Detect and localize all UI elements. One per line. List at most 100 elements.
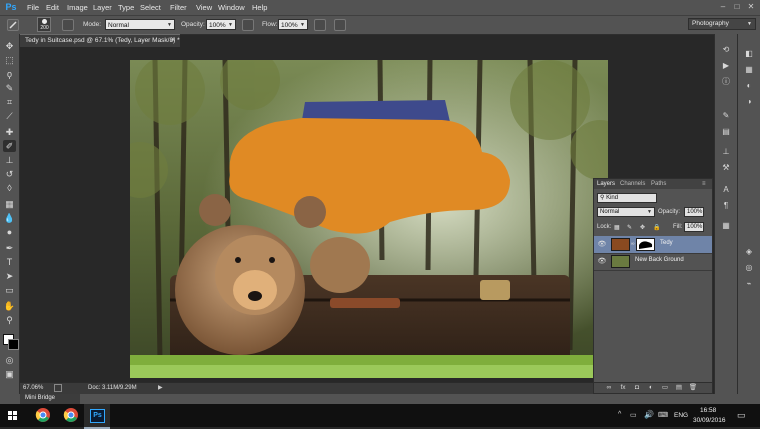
glyphs-panel-icon[interactable]: ▦ [719, 220, 733, 232]
blur-icon[interactable]: 💧 [3, 212, 16, 224]
brush-tool-preset-icon[interactable] [7, 19, 19, 31]
path-select-icon[interactable]: ➤ [3, 270, 16, 282]
layer-name[interactable]: Tedy [660, 240, 673, 246]
clone-source-panel-icon[interactable]: ⊥ [719, 146, 733, 158]
chrome-icon[interactable] [58, 404, 84, 427]
clone-stamp-icon[interactable]: ⊥ [3, 154, 16, 166]
pressure-opacity-icon[interactable] [242, 19, 254, 31]
tool-presets-panel-icon[interactable]: ⚒ [719, 162, 733, 174]
delete-layer-icon[interactable]: 🗑 [688, 383, 698, 393]
lasso-icon[interactable]: ϙ [3, 68, 16, 80]
photoshop-taskbar-icon[interactable]: Ps [84, 404, 110, 429]
fill-input[interactable]: 100% [684, 222, 704, 232]
notifications-icon[interactable]: ▭ [737, 410, 746, 421]
workspace-switcher[interactable]: Photography ▼ [688, 18, 756, 30]
lock-pixels-icon[interactable]: ▦ [614, 224, 620, 231]
quick-mask-icon[interactable]: ◎ [3, 354, 16, 366]
close-icon[interactable]: ✕ [170, 36, 176, 44]
paragraph-panel-icon[interactable]: ¶ [719, 200, 733, 212]
clock-time[interactable]: 16:58 [700, 407, 716, 414]
lock-all-icon[interactable]: 🔒 [653, 224, 660, 231]
image-canvas[interactable] [130, 60, 608, 378]
fx-icon[interactable]: fx [618, 383, 628, 393]
eraser-icon[interactable]: ◊ [3, 182, 16, 194]
layer-opacity-input[interactable]: 100% [684, 207, 704, 217]
shape-icon[interactable]: ▭ [3, 284, 16, 296]
layer-filter-select[interactable]: ⚲ Kind [597, 193, 657, 203]
tab-paths[interactable]: Paths [651, 180, 666, 188]
actions-panel-icon[interactable]: ▶ [719, 60, 733, 72]
blend-mode-select[interactable]: Normal ▼ [597, 207, 655, 217]
mini-bridge-tab[interactable]: Mini Bridge [20, 394, 80, 404]
adjustments-panel-icon[interactable]: ◐ [742, 80, 756, 92]
add-mask-icon[interactable]: ◘ [632, 383, 642, 393]
marquee-icon[interactable]: ⬚ [3, 54, 16, 66]
background-color-swatch[interactable] [8, 339, 19, 350]
eye-icon[interactable]: 👁 [597, 240, 607, 249]
dodge-icon[interactable]: ● [3, 226, 16, 238]
channels-panel-icon[interactable]: ◎ [742, 262, 756, 274]
language-indicator[interactable]: ENG [674, 412, 688, 419]
link-icon[interactable]: ∞ [631, 241, 635, 247]
layer-mask-thumbnail[interactable] [636, 238, 655, 251]
menu-window[interactable]: Window [218, 2, 245, 13]
flow-input[interactable]: 100% ▼ [278, 19, 308, 30]
tab-layers[interactable]: Layers [597, 180, 615, 188]
panel-menu-icon[interactable]: ≡ [702, 180, 706, 188]
menu-type[interactable]: Type [118, 2, 134, 13]
paths-panel-icon[interactable]: ⌁ [742, 278, 756, 290]
menu-view[interactable]: View [196, 2, 212, 13]
eyedropper-icon[interactable]: ⟋ [3, 110, 16, 122]
clock-date[interactable]: 30/09/2016 [693, 417, 726, 424]
hand-icon[interactable]: ✋ [3, 300, 16, 312]
adjustment-layer-icon[interactable]: ◐ [646, 383, 656, 393]
gradient-icon[interactable]: ▦ [3, 198, 16, 210]
opacity-input[interactable]: 100% ▼ [206, 19, 236, 30]
character-panel-icon[interactable]: A [719, 184, 733, 196]
close-icon[interactable]: ✕ [746, 2, 756, 12]
color-panel-icon[interactable]: ◧ [742, 48, 756, 60]
lock-position-icon[interactable]: ✥ [640, 224, 645, 231]
zoom-level[interactable]: 67.06% [23, 384, 53, 393]
layer-name[interactable]: New Back Ground [635, 257, 684, 263]
link-layers-icon[interactable]: ∞ [604, 383, 614, 393]
keyboard-icon[interactable]: ⌨ [658, 411, 668, 419]
chevron-up-icon[interactable]: ^ [618, 411, 621, 418]
brushes-panel-icon[interactable]: ✎ [719, 110, 733, 122]
layer-row-tedy[interactable]: 👁 ∞ Tedy [594, 236, 712, 254]
move-icon[interactable]: ✥ [3, 40, 16, 52]
eye-icon[interactable]: 👁 [597, 257, 607, 266]
healing-icon[interactable]: ✚ [3, 126, 16, 138]
menu-file[interactable]: File [27, 2, 39, 13]
screen-mode-icon[interactable]: ▣ [3, 368, 16, 380]
share-icon[interactable] [54, 384, 62, 392]
quick-select-icon[interactable]: ✎ [3, 82, 16, 94]
swatches-panel-icon[interactable]: ▦ [742, 64, 756, 76]
menu-filter[interactable]: Filter [170, 2, 187, 13]
brush-panel-icon[interactable] [62, 19, 74, 31]
history-brush-icon[interactable]: ↺ [3, 168, 16, 180]
brush-icon[interactable]: ✐ [3, 140, 16, 152]
history-panel-icon[interactable]: ⟲ [719, 44, 733, 56]
layers-panel-icon[interactable]: ◈ [742, 246, 756, 258]
minimize-icon[interactable]: – [718, 2, 728, 12]
menu-help[interactable]: Help [252, 2, 267, 13]
menu-image[interactable]: Image [67, 2, 88, 13]
zoom-icon[interactable]: ⚲ [3, 314, 16, 326]
layer-thumbnail[interactable] [611, 255, 630, 268]
volume-icon[interactable]: 🔊 [644, 410, 654, 419]
document-tab[interactable]: Tedy in Suitcase.psd @ 67.1% (Tedy, Laye… [20, 34, 180, 47]
brush-size-picker[interactable]: 200 [37, 17, 51, 32]
mode-select[interactable]: Normal ▼ [105, 19, 175, 30]
network-icon[interactable]: ▭ [630, 411, 637, 419]
pressure-size-icon[interactable] [334, 19, 346, 31]
brush-presets-panel-icon[interactable]: ▤ [719, 126, 733, 138]
lock-image-icon[interactable]: ✎ [627, 224, 632, 231]
tab-channels[interactable]: Channels [620, 180, 645, 188]
windows-start-icon[interactable] [0, 404, 26, 427]
maximize-icon[interactable]: □ [732, 2, 742, 12]
airbrush-icon[interactable] [314, 19, 326, 31]
crop-icon[interactable]: ⌗ [3, 96, 16, 108]
menu-select[interactable]: Select [140, 2, 161, 13]
new-group-icon[interactable]: ▭ [660, 383, 670, 393]
